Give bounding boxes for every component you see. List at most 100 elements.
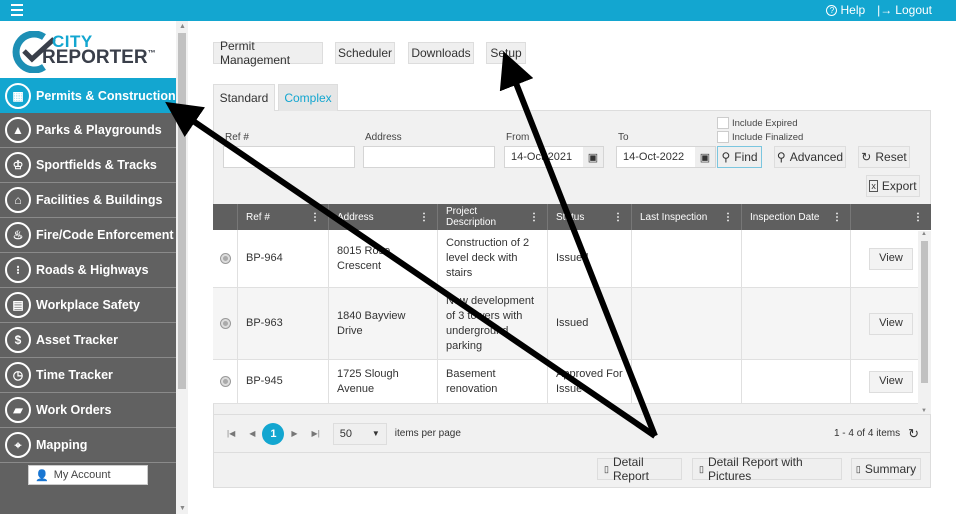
scroll-up-icon[interactable]: ▲ [921, 231, 927, 237]
first-page-icon[interactable]: |◀ [227, 429, 235, 438]
calendar-icon[interactable]: ▣ [695, 147, 715, 167]
sidebar-item-facilities[interactable]: ⌂ Facilities & Buildings [0, 183, 176, 218]
user-icon: 👤 [35, 469, 49, 482]
sidebar-item-work-orders[interactable]: ▰ Work Orders [0, 393, 176, 428]
sidebar-item-parks[interactable]: ▲ Parks & Playgrounds [0, 113, 176, 148]
status-cell: Issued [548, 288, 632, 359]
tab-complex[interactable]: Complex [278, 84, 338, 111]
sidebar-item-asset[interactable]: $ Asset Tracker [0, 323, 176, 358]
sidebar-item-label: Sportfields & Tracks [36, 158, 157, 172]
summary-button[interactable]: ▯ Summary [851, 458, 921, 480]
scheduler-button[interactable]: Scheduler [335, 42, 395, 64]
setup-button[interactable]: Setup [486, 42, 526, 64]
address-input[interactable] [363, 146, 495, 168]
logout-link[interactable]: |→ Logout [877, 3, 932, 17]
column-description[interactable]: Project Description ⋮ [438, 204, 548, 230]
search-icon: ⚲ [721, 150, 731, 164]
sidebar-item-permits[interactable]: ▦ Permits & Construction [0, 78, 176, 113]
items-per-page-label: items per page [394, 428, 461, 439]
sidebar-scrollbar[interactable]: ▲ ▼ [176, 21, 188, 514]
pager: |◀ ◀ 1 ▶ ▶| 50 ▼ items per page 1 - 4 of … [213, 414, 931, 452]
view-button[interactable]: View [869, 247, 913, 270]
row-select-cell [213, 360, 238, 403]
column-menu-icon[interactable]: ⋮ [913, 212, 923, 223]
help-link[interactable]: ? Help [826, 3, 865, 17]
column-address[interactable]: Address ⋮ [329, 204, 438, 230]
column-inspection-date[interactable]: Inspection Date ⋮ [742, 204, 851, 230]
page-size-select[interactable]: 50 ▼ [332, 422, 387, 445]
permit-management-button[interactable]: Permit Management [213, 39, 323, 67]
scroll-up-icon[interactable]: ▲ [179, 23, 186, 30]
column-last-inspection[interactable]: Last Inspection ⋮ [632, 204, 742, 230]
sidebar-item-workplace[interactable]: ▤ Workplace Safety [0, 288, 176, 323]
sidebar-scroll-thumb[interactable] [178, 33, 186, 389]
logo-tm: ™ [147, 48, 156, 58]
calendar-icon[interactable]: ▣ [583, 147, 603, 167]
view-button[interactable]: View [869, 312, 913, 335]
view-button[interactable]: View [869, 370, 913, 393]
to-label: To [618, 132, 629, 143]
my-account-button[interactable]: 👤 My Account [28, 465, 148, 485]
refresh-icon[interactable]: ↻ [908, 426, 919, 442]
export-button[interactable]: x Export [866, 175, 920, 197]
column-menu-icon[interactable]: ⋮ [723, 212, 733, 223]
sidebar-item-roads[interactable]: ⁝ Roads & Highways [0, 253, 176, 288]
detail-report-button[interactable]: ▯ Detail Report [597, 455, 682, 483]
column-status[interactable]: Status ⋮ [548, 204, 632, 230]
pdf-icon: ▯ [604, 463, 609, 474]
prev-page-icon[interactable]: ◀ [249, 429, 255, 438]
address-label: Address [365, 132, 402, 143]
table-row[interactable]: BP-945 1725 Slough Avenue Basement renovat… [213, 360, 931, 404]
building-icon: ▦ [5, 82, 31, 109]
reset-button[interactable]: ↻ Reset [858, 146, 910, 168]
trophy-icon: ♔ [5, 152, 31, 178]
column-ref[interactable]: Ref # ⋮ [238, 204, 329, 230]
row-radio[interactable] [221, 254, 230, 263]
advanced-label: Advanced [789, 150, 844, 164]
address-cell: 1725 Slough Avenue [329, 360, 438, 403]
tab-standard[interactable]: Standard [213, 84, 275, 111]
status-cell: Approved For Issue [548, 360, 632, 403]
scroll-down-icon[interactable]: ▼ [179, 505, 186, 512]
column-menu-icon[interactable]: ⋮ [613, 212, 623, 223]
table-row[interactable]: BP-964 8015 Rose Crescent Construction of … [213, 230, 931, 288]
description-cell: New development of 3 towers with undergr… [438, 288, 548, 359]
row-radio[interactable] [221, 319, 230, 328]
from-date-input[interactable]: 14-Oct-2021 ▣ [504, 146, 604, 168]
detail-report-pictures-button[interactable]: ▯ Detail Report with Pictures [692, 455, 842, 483]
column-menu-icon[interactable]: ⋮ [419, 212, 429, 223]
row-radio[interactable] [221, 377, 230, 386]
ref-input[interactable] [223, 146, 355, 168]
include-expired-checkbox[interactable] [717, 117, 729, 129]
address-cell: 8015 Rose Crescent [329, 230, 438, 287]
include-finalized-checkbox[interactable] [717, 131, 729, 143]
sidebar-item-fire[interactable]: ♨ Fire/Code Enforcement [0, 218, 176, 253]
column-menu-icon[interactable]: ⋮ [310, 212, 320, 223]
advanced-button[interactable]: ⚲ Advanced [774, 146, 846, 168]
include-expired-label: Include Expired [732, 118, 798, 129]
table-row[interactable]: BP-963 1840 Bayview Drive New development … [213, 288, 931, 360]
address-cell: 1840 Bayview Drive [329, 288, 438, 359]
page-1-button[interactable]: 1 [262, 422, 285, 445]
permits-grid: Ref # ⋮ Address ⋮ Project Description ⋮ Sta… [213, 204, 931, 404]
ref-cell: BP-963 [238, 288, 329, 359]
logout-icon: |→ [877, 3, 893, 17]
sidebar-item-mapping[interactable]: ⌖ Mapping [0, 428, 176, 463]
column-actions[interactable]: ⋮ [851, 204, 931, 230]
grid-scrollbar[interactable]: ▲ ▼ [918, 231, 931, 414]
grid-scroll-thumb[interactable] [921, 241, 928, 383]
detail-report-label: Detail Report [612, 455, 649, 483]
downloads-button[interactable]: Downloads [408, 42, 474, 64]
find-button[interactable]: ⚲ Find [717, 146, 762, 168]
next-page-icon[interactable]: ▶ [291, 429, 297, 438]
column-menu-icon[interactable]: ⋮ [529, 212, 539, 223]
pdf-icon: ▯ [855, 463, 861, 474]
city-reporter-logo[interactable]: CITY REPORTER™ [0, 21, 176, 78]
ref-cell: BP-964 [238, 230, 329, 287]
sidebar-item-time[interactable]: ◷ Time Tracker [0, 358, 176, 393]
column-menu-icon[interactable]: ⋮ [832, 212, 842, 223]
sidebar-item-sportfields[interactable]: ♔ Sportfields & Tracks [0, 148, 176, 183]
to-date-input[interactable]: 14-Oct-2022 ▣ [616, 146, 716, 168]
hamburger-icon[interactable] [11, 4, 23, 16]
last-page-icon[interactable]: ▶| [312, 429, 320, 438]
